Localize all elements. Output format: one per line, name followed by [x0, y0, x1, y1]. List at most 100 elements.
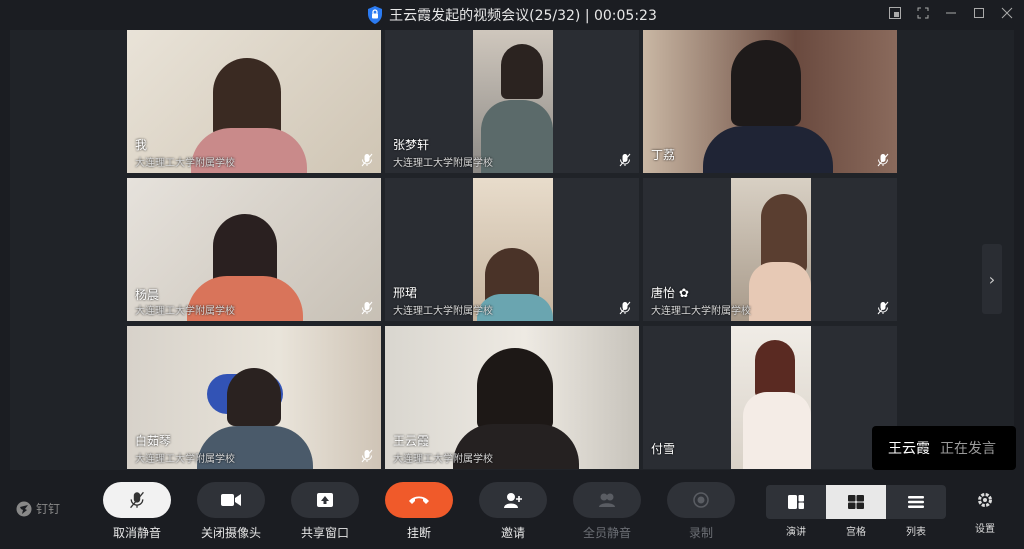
participant-name: 杨晨: [135, 288, 160, 302]
video-tile[interactable]: 我 大连理工大学附属学校: [127, 30, 381, 173]
dingtalk-logo-icon: [16, 501, 32, 516]
record-pill[interactable]: [667, 482, 735, 518]
list-layout-icon: [908, 496, 924, 508]
title-bar: 王云霞发起的视频会议(25/32) | 00:05:23: [0, 0, 1024, 30]
participant-video: [213, 58, 281, 138]
mute-all-label: 全员静音: [582, 526, 631, 540]
active-speaker-toast: 王云霞 正在发言: [872, 426, 1016, 470]
participant-body: [749, 262, 811, 321]
unmute-pill[interactable]: [103, 482, 171, 518]
video-grid: 我 大连理工大学附属学校 张梦轩 大连理工大学附属学校 丁荔 杨晨 大连理工大学…: [10, 30, 1016, 470]
window-controls: [888, 6, 1014, 20]
settings-label: 设置: [975, 524, 995, 535]
camera-pill[interactable]: [197, 482, 265, 518]
mic-muted-icon: [130, 491, 144, 509]
mic-muted-icon: [361, 153, 373, 167]
layout-list-label: 列表: [906, 527, 926, 538]
participant-org: 大连理工大学附属学校: [135, 454, 235, 465]
layout-speaker-label: 演讲: [786, 527, 806, 538]
maximize-icon[interactable]: [972, 6, 986, 20]
layout-speaker-button[interactable]: [766, 485, 826, 519]
participant-name: 付雪: [651, 442, 676, 456]
video-tile[interactable]: 白茹琴 大连理工大学附属学校: [127, 326, 381, 469]
record-label: 录制: [688, 526, 713, 540]
layout-grid-button[interactable]: [826, 485, 886, 519]
share-screen-icon: [317, 493, 333, 507]
invite-label: 邀请: [500, 526, 525, 540]
settings-button[interactable]: 设置: [970, 492, 1000, 535]
participant-name: 白茹琴: [135, 434, 172, 448]
meeting-title: 王云霞发起的视频会议(25/32) | 00:05:23: [389, 8, 657, 24]
video-tile[interactable]: 丁荔: [643, 30, 897, 173]
participant-org: 大连理工大学附属学校: [135, 306, 235, 317]
mute-all-icon: [599, 493, 615, 507]
meeting-toolbar: 钉钉 取消静音 关闭摄像头 共享窗口 挂断 邀请 全员静音 录制 演讲 宫格 列…: [0, 470, 1024, 549]
participant-name: 张梦轩: [393, 138, 430, 152]
participant-org: 大连理工大学附属学校: [135, 158, 235, 169]
hangup-phone-icon: [409, 496, 429, 504]
participant-name: 邢珺: [393, 286, 418, 300]
close-icon[interactable]: [1000, 6, 1014, 20]
video-tile-active-speaker[interactable]: 王云霞 大连理工大学附属学校: [385, 326, 639, 469]
participant-name: 丁荔: [651, 148, 676, 162]
add-user-icon: [504, 493, 522, 508]
speaker-layout-icon: [788, 495, 804, 509]
layout-grid-label: 宫格: [846, 527, 866, 538]
participant-name: 我: [135, 138, 148, 152]
participant-name: 唐怡 ✿: [651, 286, 689, 300]
minimize-icon[interactable]: [944, 6, 958, 20]
record-icon: [693, 492, 709, 508]
mic-muted-icon: [361, 301, 373, 315]
participant-body: [703, 126, 833, 173]
grid-layout-icon: [848, 495, 864, 509]
meeting-window: 王云霞发起的视频会议(25/32) | 00:05:23 我 大连理工大学附属学…: [0, 0, 1024, 549]
participant-org: 大连理工大学附属学校: [393, 158, 493, 169]
video-tile[interactable]: 张梦轩 大连理工大学附属学校: [385, 30, 639, 173]
next-page-arrow[interactable]: ›: [982, 244, 1002, 314]
record-button[interactable]: 录制: [666, 482, 736, 541]
share-window-button[interactable]: 共享窗口: [290, 482, 360, 541]
float-window-icon[interactable]: [888, 6, 902, 20]
dingtalk-brand: 钉钉: [16, 500, 60, 517]
share-pill[interactable]: [291, 482, 359, 518]
hangup-pill[interactable]: [385, 482, 453, 518]
video-tile[interactable]: 邢珺 大连理工大学附属学校: [385, 178, 639, 321]
share-label: 共享窗口: [300, 526, 349, 540]
speaker-name: 王云霞: [888, 441, 930, 457]
mute-all-pill[interactable]: [573, 482, 641, 518]
brand-name: 钉钉: [36, 502, 61, 516]
participant-body: [743, 392, 811, 469]
layout-labels: 演讲 宫格 列表: [766, 523, 946, 538]
chevron-right-icon: ›: [988, 269, 996, 289]
fullscreen-icon[interactable]: [916, 6, 930, 20]
mic-muted-icon: [619, 301, 631, 315]
mic-muted-icon: [877, 301, 889, 315]
participant-org: 大连理工大学附属学校: [393, 306, 493, 317]
participant-video: [731, 40, 801, 126]
hangup-label: 挂断: [406, 526, 431, 540]
mic-muted-icon: [361, 449, 373, 463]
layout-list-button[interactable]: [886, 485, 946, 519]
title-wrap: 王云霞发起的视频会议(25/32) | 00:05:23: [367, 5, 657, 25]
hangup-button[interactable]: 挂断: [384, 482, 454, 541]
participant-org: 大连理工大学附属学校: [393, 454, 493, 465]
mic-muted-icon: [619, 153, 631, 167]
camera-icon: [221, 494, 241, 506]
invite-button[interactable]: 邀请: [478, 482, 548, 541]
layout-switcher: [766, 485, 946, 519]
unmute-button[interactable]: 取消静音: [102, 482, 172, 541]
video-tile[interactable]: 杨晨 大连理工大学附属学校: [127, 178, 381, 321]
participant-name: 王云霞: [393, 434, 430, 448]
unmute-label: 取消静音: [112, 526, 161, 540]
participant-video: [501, 44, 543, 99]
camera-off-button[interactable]: 关闭摄像头: [196, 482, 266, 541]
participant-video: [755, 340, 795, 398]
video-tile[interactable]: 唐怡 ✿ 大连理工大学附属学校: [643, 178, 897, 321]
mute-all-button[interactable]: 全员静音: [572, 482, 642, 541]
video-tile[interactable]: 付雪: [643, 326, 897, 469]
invite-pill[interactable]: [479, 482, 547, 518]
participant-org: 大连理工大学附属学校: [651, 306, 751, 317]
camera-off-label: 关闭摄像头: [200, 526, 261, 540]
shield-icon: [368, 6, 383, 24]
participant-video: [477, 348, 553, 430]
